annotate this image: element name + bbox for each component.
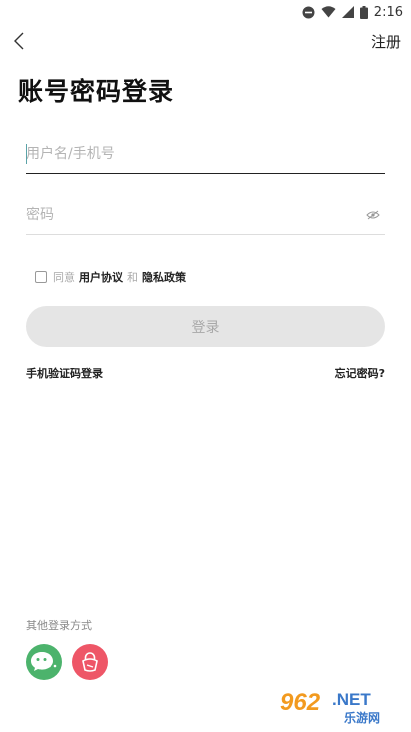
chevron-left-icon (14, 32, 24, 50)
wechat-icon (31, 652, 57, 671)
back-button[interactable] (6, 28, 32, 54)
sms-login-link[interactable]: 手机验证码登录 (26, 365, 103, 381)
watermark-logo: 962 .NET 乐游网 (272, 683, 404, 727)
watermark-suffix: .NET (332, 690, 371, 709)
page-title: 账号密码登录 (18, 77, 175, 106)
forgot-password-link[interactable]: 忘记密码? (335, 365, 385, 381)
status-bar: 2:16 (0, 0, 411, 24)
watermark-number: 962 (280, 689, 321, 716)
lock-login-button[interactable] (72, 644, 108, 680)
login-page: 2:16 注册 账号密码登录 同意 用户协议 和 隐私政策 (0, 0, 411, 732)
status-time: 2:16 (373, 4, 403, 20)
wechat-login-button[interactable] (26, 644, 62, 680)
agreement-prefix: 同意 (53, 271, 75, 284)
signal-icon (341, 6, 354, 18)
login-button[interactable]: 登录 (26, 306, 385, 347)
lock-icon (82, 652, 98, 672)
password-visibility-toggle[interactable] (363, 205, 383, 225)
register-link[interactable]: 注册 (371, 31, 401, 52)
username-field-container (26, 134, 385, 174)
text-caret (26, 144, 27, 164)
do-not-disturb-icon (302, 6, 315, 19)
password-input[interactable] (26, 195, 385, 234)
nav-bar: 注册 (0, 26, 411, 56)
watermark-text: 乐游网 (344, 710, 380, 725)
user-agreement-link[interactable]: 用户协议 (79, 269, 123, 285)
battery-icon (359, 5, 368, 19)
agreement-checkbox[interactable] (35, 271, 47, 283)
username-input[interactable] (26, 134, 385, 173)
agreement-row: 同意 用户协议 和 隐私政策 (35, 269, 190, 285)
agreement-conjunction: 和 (127, 271, 138, 284)
password-field-container (26, 195, 385, 235)
other-login-label: 其他登录方式 (26, 619, 92, 632)
eye-hidden-icon (366, 210, 380, 220)
privacy-policy-link[interactable]: 隐私政策 (142, 269, 186, 285)
wifi-icon (321, 6, 336, 18)
